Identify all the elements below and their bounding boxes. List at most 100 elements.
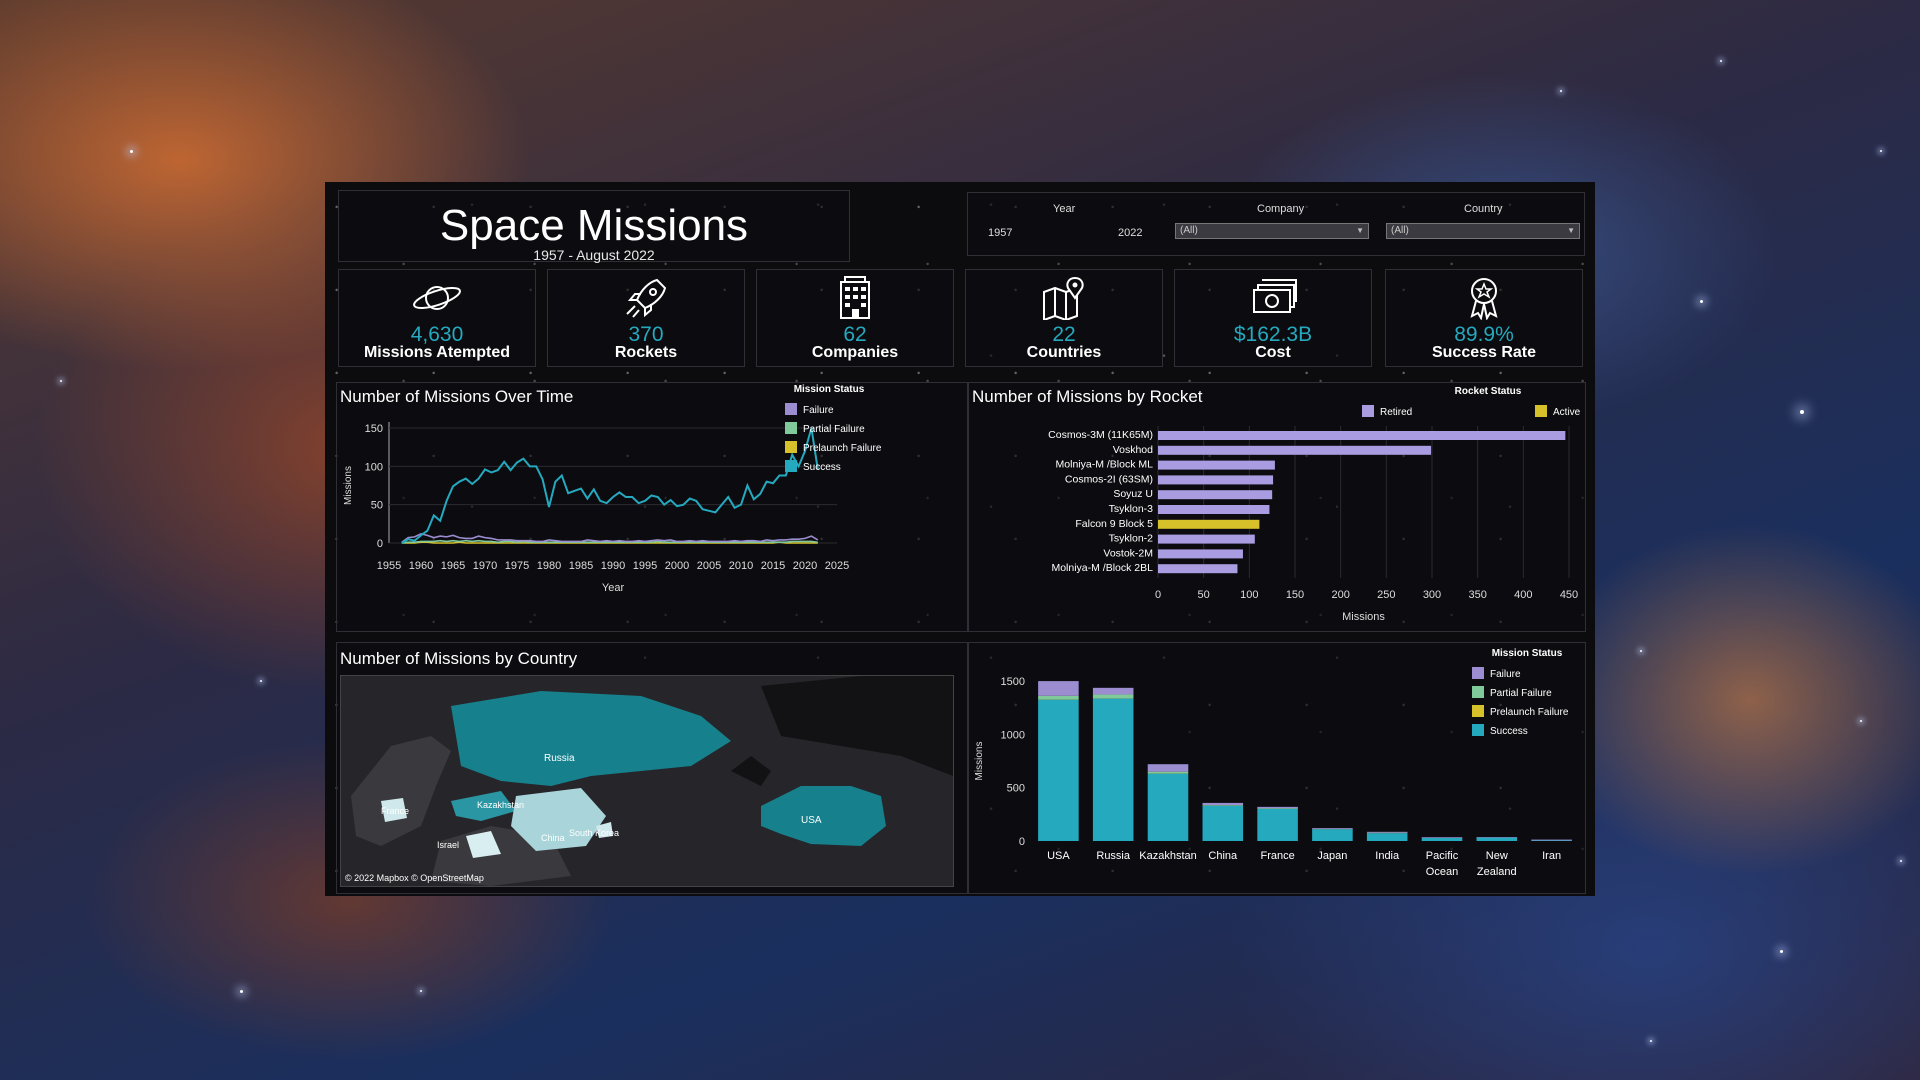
kpi-companies: 62 Companies <box>756 269 954 367</box>
legend-swatch <box>785 403 797 415</box>
country-bar-segment <box>1147 771 1189 774</box>
x-tick-label: 200 <box>1331 589 1349 601</box>
header-panel: Space Missions 1957 - August 2022 <box>338 190 850 263</box>
country-bar-segment <box>1038 681 1079 696</box>
year-filter-from[interactable]: 1957 <box>988 227 1012 239</box>
company-filter-select[interactable]: (All) ▼ <box>1175 223 1369 239</box>
map-label-russia: Russia <box>544 753 575 764</box>
map-credit[interactable]: © 2022 Mapbox © OpenStreetMap <box>345 873 484 883</box>
background-star <box>1800 410 1804 414</box>
legend-title: Mission Status <box>794 384 865 395</box>
background-star <box>1650 1040 1652 1042</box>
y-tick-label: 1000 <box>1001 729 1025 741</box>
x-tick-label: 1980 <box>537 560 561 572</box>
kpi-label: Companies <box>811 344 899 361</box>
country-label: Kazakhstan <box>1139 850 1196 862</box>
kpi-label: Missions Atempted <box>363 344 511 361</box>
country-bar-segment <box>1312 829 1353 841</box>
country-bar-segment <box>1147 764 1189 772</box>
x-tick-label: 1985 <box>569 560 593 572</box>
country-bar-segment <box>1092 687 1134 695</box>
chevron-down-icon: ▼ <box>1567 226 1575 235</box>
country-label: France <box>1260 850 1294 862</box>
rocket-bar <box>1158 460 1275 470</box>
x-tick-label: 250 <box>1377 589 1395 601</box>
legend-swatch <box>1362 405 1374 417</box>
rocket-icon <box>626 278 667 318</box>
x-tick-label: 100 <box>1240 589 1258 601</box>
x-tick-label: 1990 <box>601 560 625 572</box>
kpi-countries: 22 Countries <box>965 269 1163 367</box>
rocket-bar <box>1158 475 1274 485</box>
background-star <box>1700 300 1703 303</box>
kpi-label: Success Rate <box>1431 344 1537 361</box>
rocket-label: Falcon 9 Block 5 <box>1075 518 1153 530</box>
y-tick-label: 150 <box>365 423 383 435</box>
country-label: Iran <box>1542 850 1561 862</box>
page-subtitle: 1957 - August 2022 <box>533 247 655 263</box>
x-tick-label: 1960 <box>409 560 433 572</box>
award-icon <box>1470 278 1498 320</box>
country-bar-segment <box>1147 773 1189 841</box>
legend-label: Active <box>1553 407 1581 418</box>
background-star <box>130 150 133 153</box>
filters-panel: Year 1957 2022 Company (All) ▼ Country (… <box>967 192 1585 256</box>
x-tick-label: 1965 <box>441 560 465 572</box>
country-bar-segment <box>1202 805 1244 841</box>
legend-swatch <box>1472 705 1484 717</box>
map-label-china: China <box>541 833 565 843</box>
legend-label: Failure <box>1490 669 1521 680</box>
legend-label: Failure <box>803 405 834 416</box>
rocket-bar <box>1158 445 1432 455</box>
company-filter-label: Company <box>1257 203 1305 215</box>
country-label: Russia <box>1096 850 1131 862</box>
rocket-label: Vostok-2M <box>1103 547 1153 559</box>
rocket-label: Tsyklon-2 <box>1109 533 1154 545</box>
company-filter-value: (All) <box>1180 225 1198 236</box>
country-chart: 0 500 1000 1500 Missions USA Russia Kazakhstan C… <box>974 648 1572 878</box>
legend-title: Mission Status <box>1492 648 1563 659</box>
country-bar-segment <box>1531 840 1572 841</box>
country-label: Ocean <box>1426 866 1458 878</box>
country-bar-segment <box>1257 806 1298 809</box>
rocket-chart: 0 50 100 150 200 250 300 350 400 450 Cosmos-3M (11… <box>1048 386 1581 623</box>
x-tick-label: 2000 <box>665 560 689 572</box>
country-bar-segment <box>1531 839 1572 841</box>
map-label-usa: USA <box>801 815 822 826</box>
country-label: India <box>1375 850 1400 862</box>
rocket-label: Cosmos-3M (11K65M) <box>1048 429 1153 441</box>
page-title: Space Missions <box>439 201 749 250</box>
country-bar-segment <box>1421 837 1463 838</box>
series-line-success <box>401 427 819 544</box>
background-star <box>1880 150 1882 152</box>
rocket-label: Tsyklon-3 <box>1109 503 1154 515</box>
rocket-bar <box>1158 519 1260 529</box>
rocket-label: Molniya-M /Block ML <box>1056 459 1154 471</box>
country-bar-segment <box>1092 694 1134 699</box>
year-filter-to[interactable]: 2022 <box>1118 227 1142 239</box>
y-axis-title: Missions <box>343 466 354 505</box>
legend-label: Success <box>1490 726 1528 737</box>
country-label: USA <box>1047 850 1070 862</box>
background-star <box>260 680 262 682</box>
legend-swatch <box>1472 667 1484 679</box>
country-chart-panel: 0 500 1000 1500 Missions USA Russia Kazakhstan C… <box>968 642 1586 894</box>
country-filter-select[interactable]: (All) ▼ <box>1386 223 1580 239</box>
map-pin-icon <box>1043 276 1084 320</box>
country-bar-segment <box>1476 837 1518 841</box>
legend-label: Partial Failure <box>803 424 865 435</box>
map-label-kazakhstan: Kazakhstan <box>477 800 524 810</box>
background-star <box>1640 650 1642 652</box>
rocket-bar <box>1158 431 1566 440</box>
world-map[interactable]: Russia France Kazakhstan China South Kor… <box>340 675 954 887</box>
x-tick-label: 300 <box>1423 589 1441 601</box>
background-star <box>1560 90 1562 92</box>
background-star <box>240 990 243 993</box>
x-tick-label: 350 <box>1468 589 1486 601</box>
country-filter-value: (All) <box>1391 225 1409 236</box>
rocket-bar <box>1158 534 1255 544</box>
kpi-missions: 4,630 Missions Atempted <box>338 269 536 367</box>
legend-label: Prelaunch Failure <box>1490 707 1569 718</box>
x-tick-label: 450 <box>1560 589 1578 601</box>
country-filter-label: Country <box>1464 203 1503 215</box>
